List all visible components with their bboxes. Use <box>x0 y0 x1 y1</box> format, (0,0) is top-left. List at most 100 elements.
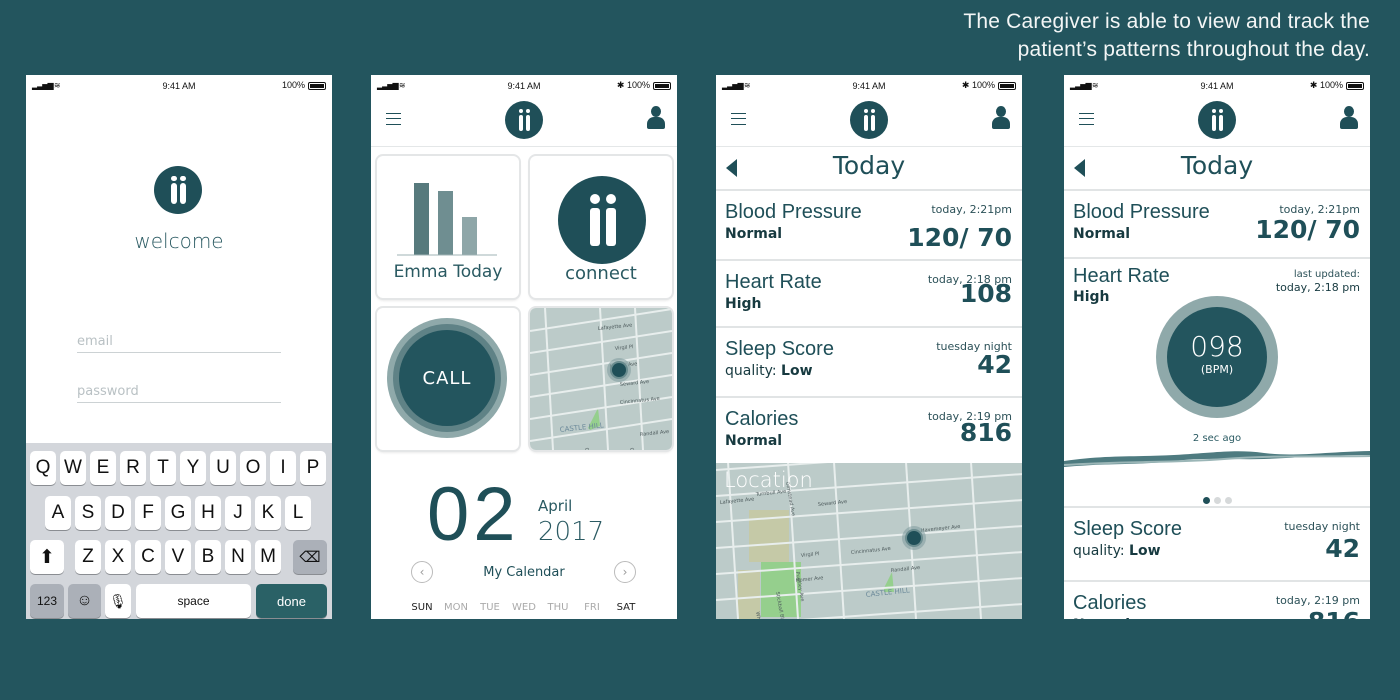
calendar-year: 2017 <box>538 517 605 547</box>
key-f[interactable]: F <box>135 496 161 530</box>
metric-status-value: Normal <box>1073 226 1131 242</box>
weekday-row: SUN MON TUE WED THU FRI SAT <box>405 602 643 613</box>
metric-status-prefix: quality: <box>725 363 782 379</box>
tile-map[interactable]: Lafayette AveVirgil PlHomer AveSeward Av… <box>530 308 672 450</box>
logo-bar <box>589 207 601 247</box>
metric-card-calories[interactable]: CaloriesNormaltoday, 2:19 pm816 <box>1064 580 1370 619</box>
metric-card-blood-pressure[interactable]: Blood Pressure Normal today, 2:21pm 120/ 70 <box>1064 189 1370 257</box>
password-input[interactable]: password <box>77 384 281 403</box>
logo-dot <box>525 108 531 114</box>
key-e[interactable]: E <box>90 451 116 485</box>
tile-call[interactable]: CALL <box>377 308 519 450</box>
key-t[interactable]: T <box>150 451 176 485</box>
key-z[interactable]: Z <box>75 540 101 574</box>
bpm-value: 098 <box>1190 330 1244 363</box>
bpm-unit: (BPM) <box>1200 363 1234 376</box>
login-screen: ▂▃▅▆ ≋ 9:41 AM 100% welcome email password… <box>26 75 332 619</box>
metric-name: Heart Rate <box>725 271 822 293</box>
status-bar: ▂▃▅▆ ≋ 9:41 AM ✱ 100% <box>716 75 1022 95</box>
weekday-wed[interactable]: WED <box>507 602 541 613</box>
key-b[interactable]: B <box>195 540 221 574</box>
metric-status: Normal <box>725 226 782 242</box>
key-k[interactable]: K <box>255 496 281 530</box>
weekday-thu[interactable]: THU <box>541 602 575 613</box>
page-dot[interactable] <box>1224 497 1232 504</box>
page-dot[interactable] <box>1213 497 1221 504</box>
metric-card-sleep-score[interactable]: Sleep Score quality: Low tuesday night 42 <box>716 326 1022 396</box>
metric-value: 42 <box>1325 534 1360 563</box>
location-map[interactable]: Lafayette Ave Virgil Pl Homer Ave Seward Av… <box>716 447 1022 619</box>
key-v[interactable]: V <box>165 540 191 574</box>
metric-value: 108 <box>959 279 1012 308</box>
key-d[interactable]: D <box>105 496 131 530</box>
metric-status: Normal <box>1073 617 1130 619</box>
email-input[interactable]: email <box>77 334 281 353</box>
key-g[interactable]: G <box>165 496 191 530</box>
menu-icon[interactable] <box>731 113 746 125</box>
key-p[interactable]: P <box>300 451 326 485</box>
weekday-sat[interactable]: SAT <box>609 602 643 613</box>
last-updated-time: today, 2:18 pm <box>1275 281 1360 294</box>
user-icon[interactable] <box>647 106 665 130</box>
page-title: Today <box>832 151 906 180</box>
logo-dot <box>870 108 876 114</box>
key-o[interactable]: O <box>240 451 266 485</box>
metric-time: today, 2:21pm <box>931 203 1012 216</box>
metric-status-prefix: quality: <box>1073 543 1130 559</box>
menu-icon[interactable] <box>386 113 401 125</box>
key-y[interactable]: Y <box>180 451 206 485</box>
numbers-key[interactable]: 123 <box>30 584 64 618</box>
header <box>371 95 677 147</box>
key-i[interactable]: I <box>270 451 296 485</box>
heart-rate-live-card[interactable]: Heart Rate High last updated: today, 2:1… <box>1064 257 1370 506</box>
key-c[interactable]: C <box>135 540 161 574</box>
logo-dot <box>171 175 178 182</box>
metric-status-value: Low <box>1129 543 1161 559</box>
key-r[interactable]: R <box>120 451 146 485</box>
caption-line: patient’s patterns throughout the day. <box>1017 38 1370 61</box>
battery-percent: 100% <box>971 80 995 90</box>
map[interactable]: Lafayette AveVirgil PlHomer AveSeward Av… <box>530 308 672 450</box>
weekday-tue[interactable]: TUE <box>473 602 507 613</box>
logo-dot <box>1211 108 1217 114</box>
space-key[interactable]: space <box>136 584 251 618</box>
key-w[interactable]: W <box>60 451 86 485</box>
metric-value: 42 <box>977 350 1012 379</box>
emoji-key[interactable]: ☺ <box>68 584 101 618</box>
tile-label: connect <box>565 263 637 284</box>
key-n[interactable]: N <box>225 540 251 574</box>
user-icon[interactable] <box>992 106 1010 130</box>
microphone-key[interactable]: 🎙 <box>105 584 131 618</box>
menu-icon[interactable] <box>1079 113 1094 125</box>
key-j[interactable]: J <box>225 496 251 530</box>
key-h[interactable]: H <box>195 496 221 530</box>
shift-key[interactable]: ⬆ <box>30 540 64 574</box>
weekday-mon[interactable]: MON <box>439 602 473 613</box>
weekday-sun[interactable]: SUN <box>405 602 439 613</box>
key-s[interactable]: S <box>75 496 101 530</box>
location-pin-icon <box>612 363 626 377</box>
user-icon[interactable] <box>1340 106 1358 130</box>
done-key[interactable]: done <box>256 584 327 618</box>
page-dot-active[interactable] <box>1202 497 1210 504</box>
metric-status: quality: Low <box>1073 543 1161 559</box>
key-a[interactable]: A <box>45 496 71 530</box>
metric-card-calories[interactable]: CaloriesNormaltoday, 2:19 pm816 <box>716 396 1022 463</box>
call-button[interactable]: CALL <box>399 330 495 426</box>
status-bar: ▂▃▅▆ ≋ 9:41 AM ✱ 100% <box>1064 75 1370 95</box>
calendar-label: My Calendar <box>483 565 565 580</box>
metric-card-sleep-score[interactable]: Sleep Score quality: Low tuesday night 42 <box>1064 506 1370 580</box>
key-l[interactable]: L <box>285 496 311 530</box>
key-u[interactable]: U <box>210 451 236 485</box>
key-m[interactable]: M <box>255 540 281 574</box>
tile-emma-today[interactable]: Emma Today <box>377 156 519 298</box>
weekday-fri[interactable]: FRI <box>575 602 609 613</box>
metric-card-heart-rate[interactable]: Heart Rate High today, 2:18 pm 108 <box>716 259 1022 326</box>
metric-status-value: Normal <box>725 226 783 242</box>
tile-connect[interactable]: connect <box>530 156 672 298</box>
header <box>716 95 1022 147</box>
key-q[interactable]: Q <box>30 451 56 485</box>
key-x[interactable]: X <box>105 540 131 574</box>
metric-card-blood-pressure[interactable]: Blood Pressure Normal today, 2:21pm 120/ 70 <box>716 189 1022 259</box>
backspace-key[interactable]: ⌫ <box>293 540 327 574</box>
